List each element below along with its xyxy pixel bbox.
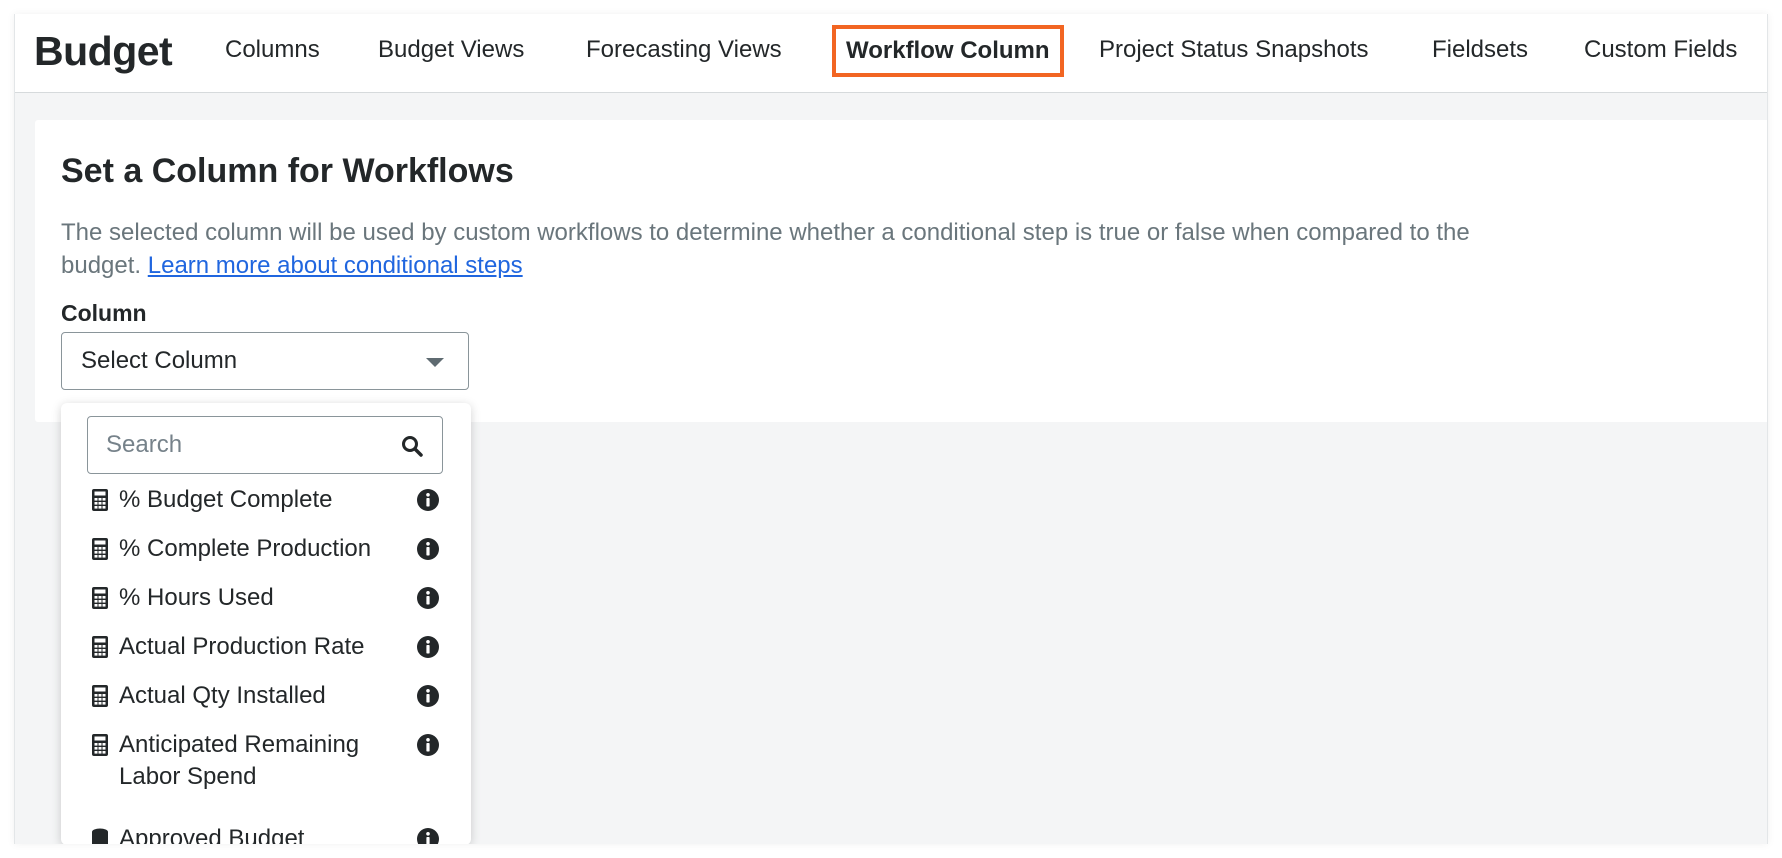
- header: Budget Columns Budget Views Forecasting …: [15, 14, 1767, 93]
- dropdown-item-label: Anticipated Remaining Labor Spend: [119, 731, 360, 790]
- calculator-icon: [92, 685, 108, 707]
- dropdown-item-label: % Complete Production: [119, 535, 372, 562]
- app-frame: Budget Columns Budget Views Forecasting …: [14, 14, 1768, 844]
- column-field-label: Column: [61, 300, 147, 326]
- workflow-column-card: Set a Column for Workflows The selected …: [35, 120, 1767, 422]
- tab-budget-views[interactable]: Budget Views: [378, 31, 524, 69]
- database-icon: [92, 828, 108, 844]
- card-description: The selected column will be used by cust…: [61, 216, 1541, 282]
- dropdown-item-label: Actual Qty Installed: [119, 682, 326, 709]
- tab-custom-fields[interactable]: Custom Fields: [1584, 31, 1737, 69]
- dropdown-item-label: % Hours Used: [119, 584, 274, 611]
- app-title: Budget: [34, 28, 173, 74]
- learn-more-link[interactable]: Learn more about conditional steps: [148, 252, 523, 279]
- dropdown-item-anticipated-remaining-labor-spend[interactable]: Anticipated Remaining Labor Spend: [87, 729, 447, 795]
- info-icon[interactable]: [416, 537, 440, 561]
- search-input[interactable]: [106, 417, 386, 472]
- caret-down-icon: [426, 358, 444, 367]
- info-icon[interactable]: [416, 635, 440, 659]
- column-dropdown-menu: % Budget Complete % Complete Production: [61, 403, 471, 844]
- calculator-icon: [92, 489, 108, 511]
- column-select-value: Select Column: [81, 347, 238, 374]
- dropdown-item-actual-production-rate[interactable]: Actual Production Rate: [87, 631, 447, 665]
- info-icon[interactable]: [416, 488, 440, 512]
- tab-columns[interactable]: Columns: [225, 31, 320, 69]
- info-icon[interactable]: [416, 586, 440, 610]
- info-icon[interactable]: [416, 684, 440, 708]
- dropdown-item-actual-qty-installed[interactable]: Actual Qty Installed: [87, 680, 447, 714]
- dropdown-item-label: Actual Production Rate: [119, 633, 365, 660]
- calculator-icon: [92, 587, 108, 609]
- dropdown-item-label: % Budget Complete: [119, 486, 333, 513]
- calculator-icon: [92, 734, 108, 756]
- dropdown-item-complete-production[interactable]: % Complete Production: [87, 533, 447, 567]
- tab-workflow-column[interactable]: Workflow Column: [832, 25, 1064, 77]
- dropdown-item-label: Approved Budget: [119, 825, 305, 844]
- tab-fieldsets[interactable]: Fieldsets: [1432, 31, 1528, 69]
- search-icon[interactable]: [400, 434, 424, 458]
- info-icon[interactable]: [416, 827, 440, 844]
- dropdown-item-budget-complete[interactable]: % Budget Complete: [87, 484, 447, 518]
- tab-project-status-snapshots[interactable]: Project Status Snapshots: [1099, 31, 1368, 69]
- column-select[interactable]: Select Column: [61, 332, 469, 390]
- search-field[interactable]: [87, 416, 443, 474]
- info-icon[interactable]: [416, 733, 440, 757]
- tab-forecasting-views[interactable]: Forecasting Views: [586, 31, 782, 69]
- calculator-icon: [92, 538, 108, 560]
- card-title: Set a Column for Workflows: [61, 152, 514, 190]
- dropdown-item-hours-used[interactable]: % Hours Used: [87, 582, 447, 616]
- calculator-icon: [92, 636, 108, 658]
- dropdown-item-approved-budget[interactable]: Approved Budget: [87, 823, 447, 844]
